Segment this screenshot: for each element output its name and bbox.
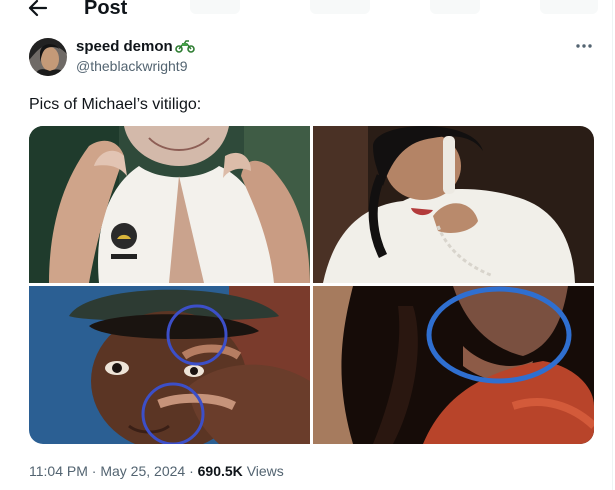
media-photo-3[interactable]: [29, 286, 310, 444]
faded-overlay: [540, 0, 598, 14]
meta-separator: ·: [189, 463, 194, 479]
meta-separator: ·: [91, 463, 97, 479]
media-photo-2[interactable]: [313, 126, 594, 283]
author-display-name-text: speed demon: [76, 38, 173, 55]
views-count: 690.5K: [197, 463, 243, 479]
column-border: [612, 0, 613, 490]
views-label: Views: [246, 463, 284, 479]
avatar[interactable]: [29, 38, 67, 76]
media-grid: [29, 126, 594, 444]
media-photo-4[interactable]: [313, 286, 594, 444]
post-text: Pics of Michael’s vitiligo:: [29, 96, 202, 113]
post-metadata: 11:04 PM · May 25, 2024 · 690.5K Views: [29, 462, 284, 480]
more-icon[interactable]: [571, 38, 597, 54]
post-header: Post: [0, 0, 612, 22]
faded-overlay: [190, 0, 240, 14]
back-arrow-icon[interactable]: [22, 0, 52, 20]
author-handle[interactable]: @theblackwright9: [76, 58, 188, 75]
page-title: Post: [84, 0, 128, 19]
media-photo-1[interactable]: [29, 126, 310, 283]
faded-overlay: [310, 0, 370, 14]
faded-overlay: [430, 0, 480, 14]
post-date[interactable]: May 25, 2024: [100, 463, 185, 479]
post-time[interactable]: 11:04 PM: [29, 463, 88, 479]
author-display-name[interactable]: speed demon: [76, 38, 195, 58]
motorcycle-icon: [174, 39, 195, 58]
